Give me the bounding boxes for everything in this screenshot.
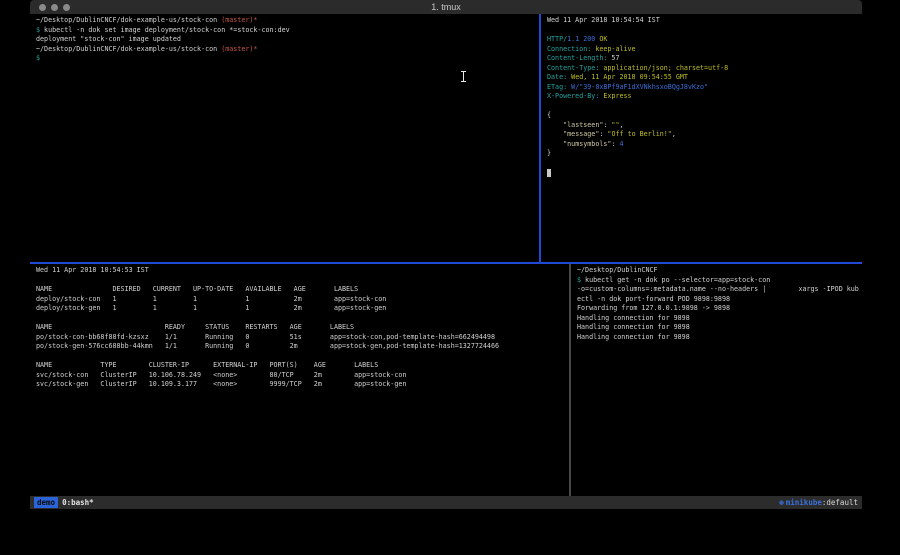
terminal-line: Date: Wed, 11 Apr 2018 09:54:55 GMT bbox=[547, 73, 862, 83]
terminal-line: ETag: W/"39-0xBPf9aF1dXVNkhsxoBQgJ8vKzo" bbox=[547, 83, 862, 93]
close-button-icon[interactable] bbox=[39, 4, 46, 11]
pane-kubectl-watch[interactable]: Wed 11 Apr 2018 10:54:53 IST NAME DESIRE… bbox=[30, 264, 569, 496]
terminal-line bbox=[36, 352, 569, 362]
terminal-line: X-Powered-By: Express bbox=[547, 92, 862, 102]
terminal-window: 1. tmux ~/Desktop/DublinCNCF/dok-example… bbox=[30, 0, 862, 510]
terminal-line: "message": "Off to Berlin!", bbox=[547, 130, 862, 140]
mouse-ibeam-pointer bbox=[460, 71, 467, 82]
terminal-line: po/stock-con-bb68f88fd-kzsxz 1/1 Running… bbox=[36, 333, 569, 343]
minimize-button-icon[interactable] bbox=[51, 4, 58, 11]
terminal-line: Connection: keep-alive bbox=[547, 45, 862, 55]
terminal-line: -o=custom-columns=:metadata.name --no-he… bbox=[577, 285, 862, 295]
terminal-line: "lastseen": "", bbox=[547, 121, 862, 131]
terminal-line bbox=[547, 26, 862, 36]
terminal-line: Wed 11 Apr 2018 10:54:54 IST bbox=[547, 16, 862, 26]
pane-port-forward[interactable]: ~/Desktop/DublinCNCF$ kubectl get -n dok… bbox=[571, 264, 862, 496]
terminal-line: svc/stock-gen ClusterIP 10.109.3.177 <no… bbox=[36, 380, 569, 390]
terminal-line: ~/Desktop/DublinCNCF bbox=[577, 266, 862, 276]
terminal-line: $ kubectl -n dok set image deployment/st… bbox=[36, 26, 539, 36]
window-titlebar[interactable]: 1. tmux bbox=[30, 0, 862, 14]
terminal-line: } bbox=[547, 149, 862, 159]
pane-http-response[interactable]: Wed 11 Apr 2018 10:54:54 IST HTTP/1.1 20… bbox=[541, 14, 862, 262]
kube-context-label: minikube bbox=[786, 498, 822, 507]
terminal-line: NAME DESIRED CURRENT UP-TO-DATE AVAILABL… bbox=[36, 285, 569, 295]
terminal-line: NAME READY STATUS RESTARTS AGE LABELS bbox=[36, 323, 569, 333]
terminal-line: Handling connection for 9898 bbox=[577, 314, 862, 324]
kube-namespace-label: :default bbox=[822, 498, 858, 507]
terminal-line: Forwarding from 127.0.0.1:9898 -> 9898 bbox=[577, 304, 862, 314]
terminal-line: Wed 11 Apr 2018 10:54:53 IST bbox=[36, 266, 569, 276]
terminal-line: Content-Length: 57 bbox=[547, 54, 862, 64]
terminal-line bbox=[547, 168, 862, 178]
terminal-line: ectl -n dok port-forward POD 9898:9898 bbox=[577, 295, 862, 305]
terminal-line bbox=[547, 102, 862, 112]
terminal-line bbox=[36, 276, 569, 286]
terminal-line: svc/stock-con ClusterIP 10.106.78.249 <n… bbox=[36, 371, 569, 381]
terminal-line: ~/Desktop/DublinCNCF/dok-example-us/stoc… bbox=[36, 45, 539, 55]
pane-shell-top-left[interactable]: ~/Desktop/DublinCNCF/dok-example-us/stoc… bbox=[30, 14, 539, 262]
zoom-button-icon[interactable] bbox=[63, 4, 70, 11]
traffic-lights bbox=[39, 0, 70, 14]
terminal-line: NAME TYPE CLUSTER-IP EXTERNAL-IP PORT(S)… bbox=[36, 361, 569, 371]
terminal-line bbox=[36, 314, 569, 324]
terminal-line bbox=[547, 159, 862, 169]
terminal-line: po/stock-gen-576cc688bb-44kmn 1/1 Runnin… bbox=[36, 342, 569, 352]
terminal-line: HTTP/1.1 200 OK bbox=[547, 35, 862, 45]
tmux-status-bar: demo 0:bash* ⊛ minikube :default bbox=[30, 496, 862, 509]
session-name-badge[interactable]: demo bbox=[34, 497, 58, 508]
terminal-line: $ bbox=[36, 54, 539, 64]
terminal-line: deployment "stock-con" image updated bbox=[36, 35, 539, 45]
kubernetes-helm-icon: ⊛ bbox=[779, 498, 784, 507]
terminal-line: ~/Desktop/DublinCNCF/dok-example-us/stoc… bbox=[36, 16, 539, 26]
tmux-window-label[interactable]: 0:bash* bbox=[62, 498, 94, 507]
terminal-line: { bbox=[547, 111, 862, 121]
terminal-line: $ kubectl get -n dok po --selector=app=s… bbox=[577, 276, 862, 286]
terminal-line: "numsymbols": 4 bbox=[547, 140, 862, 150]
text-cursor bbox=[547, 169, 551, 177]
terminal-line: Content-Type: application/json; charset=… bbox=[547, 64, 862, 74]
terminal-line: deploy/stock-gen 1 1 1 1 2m app=stock-ge… bbox=[36, 304, 569, 314]
terminal-line: Handling connection for 9898 bbox=[577, 323, 862, 333]
status-right: ⊛ minikube :default bbox=[779, 498, 858, 507]
window-title: 1. tmux bbox=[30, 2, 862, 12]
terminal-line: Handling connection for 9898 bbox=[577, 333, 862, 343]
terminal-line: deploy/stock-con 1 1 1 1 2m app=stock-co… bbox=[36, 295, 569, 305]
